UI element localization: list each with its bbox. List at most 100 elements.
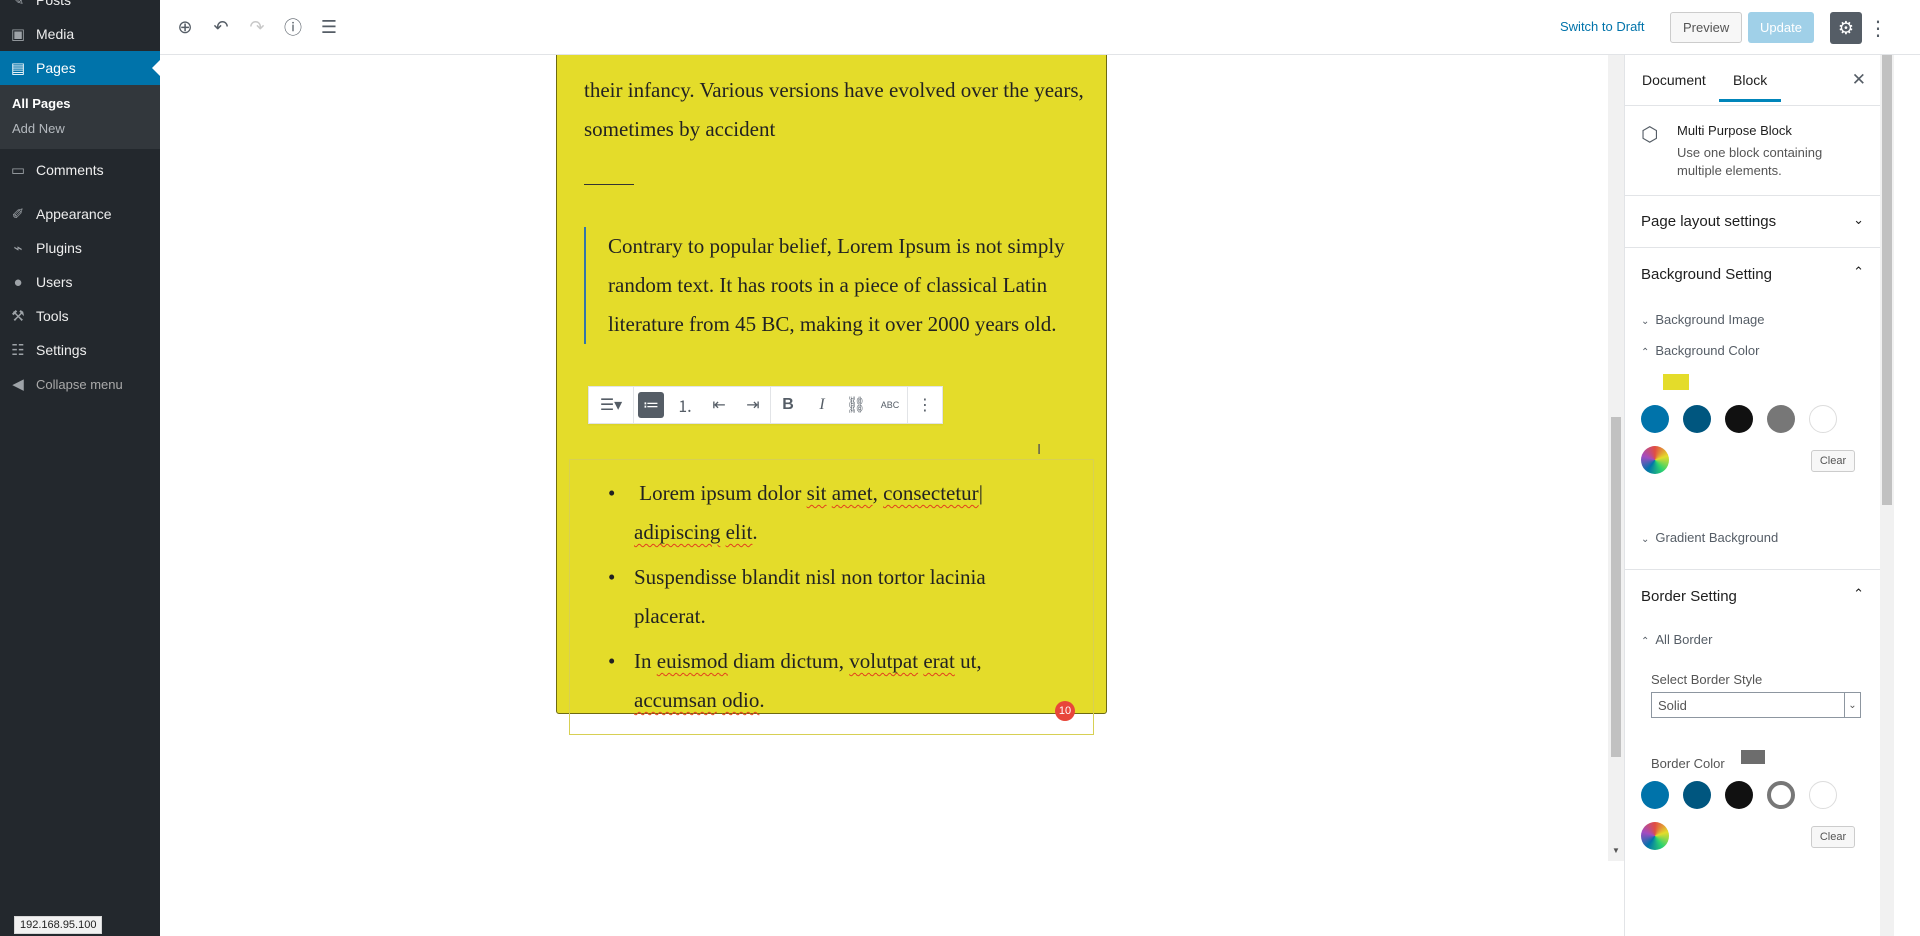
switch-to-draft-link[interactable]: Switch to Draft (1560, 19, 1645, 34)
menu-item-tools[interactable]: ⚒ Tools (0, 299, 160, 333)
selected-background-color-indicator (1663, 374, 1689, 390)
outdent-icon: ⇤ (712, 397, 726, 414)
menu-item-appearance[interactable]: ✐ Appearance (0, 197, 160, 231)
indent-button[interactable]: ⇥ (736, 387, 770, 423)
border-color-label: Border Color (1651, 756, 1725, 771)
border-setting-panel: Border Setting ⌃ ⌃ All Border Select Bord… (1625, 570, 1880, 900)
media-icon: ▣ (10, 26, 26, 43)
outdent-button[interactable]: ⇤ (702, 387, 736, 423)
grammar-checker-badge[interactable]: 10 (1055, 701, 1075, 721)
menu-item-plugins[interactable]: ⌁ Plugins (0, 231, 160, 265)
quote-block[interactable]: Contrary to popular belief, Lorem Ipsum … (584, 227, 1084, 344)
color-swatch-blue[interactable] (1641, 405, 1669, 433)
color-swatch-blue[interactable] (1641, 781, 1669, 809)
color-swatch-black[interactable] (1725, 405, 1753, 433)
color-swatch-white[interactable] (1809, 781, 1837, 809)
submenu-add-new[interactable]: Add New (0, 116, 160, 141)
border-style-select[interactable]: Solid ⌄ (1651, 692, 1861, 718)
chevron-up-icon: ⌃ (1853, 586, 1864, 601)
quote-text[interactable]: Contrary to popular belief, Lorem Ipsum … (608, 227, 1084, 344)
undo-icon[interactable]: ↶ (208, 14, 234, 40)
menu-label: Tools (36, 308, 69, 324)
multi-purpose-block[interactable]: their infancy. Various versions have evo… (556, 55, 1107, 735)
page-layout-settings-toggle[interactable]: Page layout settings ⌄ (1625, 196, 1880, 248)
scrollbar-thumb[interactable] (1882, 55, 1892, 505)
editor-canvas: their infancy. Various versions have evo… (160, 55, 1624, 936)
menu-item-pages[interactable]: ▤ Pages (0, 51, 160, 85)
color-swatch-dark-blue[interactable] (1683, 781, 1711, 809)
background-setting-toggle[interactable]: Background Setting ⌃ (1625, 248, 1880, 300)
label: Background Color (1655, 343, 1760, 358)
list-block-wrapper[interactable]: Lorem ipsum dolor sit amet, consectetur|… (569, 459, 1094, 735)
redo-icon[interactable]: ↷ (244, 14, 270, 40)
list-item[interactable]: In euismod diam dictum, volutpat erat ut… (608, 642, 1050, 720)
list-item[interactable]: Suspendisse blandit nisl non tortor laci… (608, 558, 1050, 636)
pages-icon: ▤ (10, 60, 26, 77)
strikethrough-button[interactable]: ABC (873, 387, 907, 423)
update-button[interactable]: Update (1748, 12, 1814, 43)
color-swatch-dark-blue[interactable] (1683, 405, 1711, 433)
menu-item-settings[interactable]: ☷ Settings (0, 333, 160, 367)
unordered-list-button[interactable]: ≔ (634, 387, 668, 423)
italic-button[interactable]: I (805, 387, 839, 423)
chevron-down-icon: ⌄ (1641, 316, 1650, 327)
sidebar-scrollbar[interactable] (1880, 55, 1894, 936)
canvas-scrollbar[interactable]: ▼ (1608, 55, 1624, 861)
submenu-all-pages[interactable]: All Pages (0, 91, 160, 116)
clear-background-color-button[interactable]: Clear (1811, 450, 1855, 472)
status-url: 192.168.95.100 (14, 916, 103, 934)
gradient-background-toggle[interactable]: ⌄ Gradient Background (1641, 530, 1778, 545)
ordered-list-button[interactable]: ⒈ (668, 387, 702, 423)
outline-icon[interactable]: ☰ (316, 14, 342, 40)
menu-item-posts[interactable]: ✎ Posts (0, 0, 160, 17)
list-block[interactable]: Lorem ipsum dolor sit amet, consectetur|… (608, 474, 1050, 726)
all-border-toggle[interactable]: ⌃ All Border (1641, 632, 1712, 647)
list-type-dropdown[interactable]: ☰▾ (589, 387, 633, 423)
more-formatting-button[interactable]: ⋮ (908, 387, 942, 423)
italic-icon: I (819, 396, 825, 413)
preview-button[interactable]: Preview (1670, 12, 1743, 43)
editor-header: ⊕ ↶ ↷ ⓘ ☰ Switch to Draft Preview Update… (160, 0, 1920, 55)
paragraph-block[interactable]: their infancy. Various versions have evo… (584, 71, 1084, 149)
chevron-up-icon: ⌃ (1641, 347, 1650, 358)
tab-block[interactable]: Block (1718, 72, 1782, 102)
background-color-toggle[interactable]: ⌃ Background Color (1641, 343, 1759, 358)
more-options-icon[interactable]: ⋮ (1868, 12, 1888, 44)
custom-color-picker-icon[interactable] (1641, 446, 1669, 474)
close-icon[interactable]: ✕ (1852, 70, 1866, 90)
separator-block[interactable] (584, 184, 634, 185)
color-swatch-white[interactable] (1809, 405, 1837, 433)
settings-gear-icon[interactable]: ⚙ (1830, 12, 1862, 44)
chevron-down-icon: ⌄ (1641, 534, 1650, 545)
background-image-toggle[interactable]: ⌄ Background Image (1641, 312, 1765, 327)
pages-submenu: All Pages Add New (0, 85, 160, 149)
link-button[interactable]: ⛓ (839, 387, 873, 423)
scroll-down-icon[interactable]: ▼ (1612, 846, 1620, 855)
text-cursor-icon: I (1037, 441, 1042, 458)
border-style-value: Solid (1658, 697, 1687, 713)
tab-document[interactable]: Document (1642, 72, 1706, 88)
add-block-icon[interactable]: ⊕ (172, 14, 198, 40)
menu-item-media[interactable]: ▣ Media (0, 17, 160, 51)
color-swatch-gray[interactable] (1767, 405, 1795, 433)
users-icon: ● (13, 273, 23, 291)
cube-icon: ⬡ (1641, 124, 1659, 146)
color-swatch-black[interactable] (1725, 781, 1753, 809)
menu-item-comments[interactable]: ▭ Comments (0, 153, 160, 187)
color-swatch-gray-selected[interactable] (1767, 781, 1795, 809)
bold-button[interactable]: B (771, 387, 805, 423)
scrollbar-thumb[interactable] (1611, 417, 1621, 757)
collapse-menu-button[interactable]: ◀ Collapse menu (0, 367, 160, 401)
plugin-icon: ⌁ (13, 240, 23, 257)
custom-color-picker-icon[interactable] (1641, 822, 1669, 850)
border-setting-toggle[interactable]: Border Setting ⌃ (1625, 570, 1880, 622)
border-style-label: Select Border Style (1651, 672, 1763, 687)
info-icon[interactable]: ⓘ (280, 14, 306, 40)
menu-label: Collapse menu (36, 376, 123, 392)
panel-title: Border Setting (1641, 587, 1737, 605)
menu-item-users[interactable]: ● Users (0, 265, 160, 299)
list-item[interactable]: Lorem ipsum dolor sit amet, consectetur|… (608, 474, 1050, 552)
block-card: ⬡ Multi Purpose Block Use one block cont… (1625, 106, 1880, 196)
clear-border-color-button[interactable]: Clear (1811, 826, 1855, 848)
menu-label: Plugins (36, 240, 82, 256)
